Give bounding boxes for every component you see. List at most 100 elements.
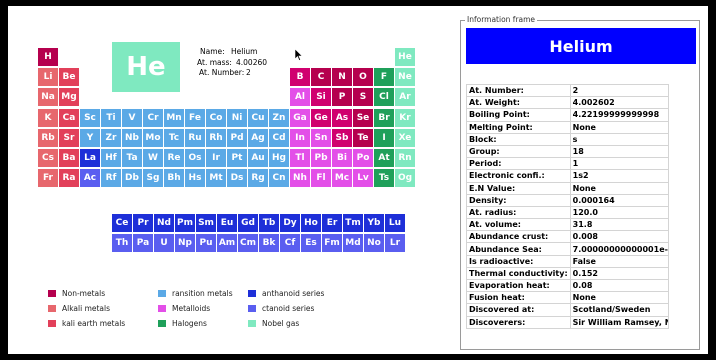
element-tile-os[interactable]: Os [185,149,205,167]
element-tile-h[interactable]: H [38,48,58,66]
element-tile-cf[interactable]: Cf [280,234,300,253]
element-tile-sc[interactable]: Sc [80,108,100,127]
element-tile-p[interactable]: P [332,88,352,107]
element-tile-co[interactable]: Co [206,108,226,127]
element-tile-hf[interactable]: Hf [101,149,121,167]
element-tile-pb[interactable]: Pb [311,149,331,167]
element-tile-pm[interactable]: Pm [175,214,195,232]
element-tile-ni[interactable]: Ni [227,108,247,127]
element-tile-sn[interactable]: Sn [311,128,331,147]
element-tile-rf[interactable]: Rf [101,169,121,188]
element-tile-as[interactable]: As [332,108,352,127]
element-tile-tb[interactable]: Tb [259,214,279,232]
element-tile-fe[interactable]: Fe [185,108,205,127]
element-tile-ru[interactable]: Ru [185,128,205,147]
element-tile-zn[interactable]: Zn [269,108,289,127]
element-tile-fl[interactable]: Fl [311,169,331,188]
element-tile-te[interactable]: Te [353,128,373,147]
element-tile-br[interactable]: Br [374,108,394,127]
element-tile-ag[interactable]: Ag [248,128,268,147]
element-tile-cs[interactable]: Cs [38,149,58,167]
element-tile-sm[interactable]: Sm [196,214,216,232]
element-tile-pd[interactable]: Pd [227,128,247,147]
element-tile-b[interactable]: B [290,68,310,87]
element-tile-mg[interactable]: Mg [59,88,79,107]
element-tile-ra[interactable]: Ra [59,169,79,188]
element-tile-u[interactable]: U [154,234,174,253]
element-tile-xe[interactable]: Xe [395,128,415,147]
element-tile-po[interactable]: Po [353,149,373,167]
element-tile-lv[interactable]: Lv [353,169,373,188]
element-tile-nh[interactable]: Nh [290,169,310,188]
element-tile-rn[interactable]: Rn [395,149,415,167]
element-tile-tm[interactable]: Tm [343,214,363,232]
element-tile-ds[interactable]: Ds [227,169,247,188]
element-tile-nd[interactable]: Nd [154,214,174,232]
element-tile-rb[interactable]: Rb [38,128,58,147]
element-tile-es[interactable]: Es [301,234,321,253]
element-tile-ta[interactable]: Ta [122,149,142,167]
element-tile-ti[interactable]: Ti [101,108,121,127]
element-tile-mn[interactable]: Mn [164,108,184,127]
element-tile-w[interactable]: W [143,149,163,167]
element-tile-am[interactable]: Am [217,234,237,253]
element-tile-au[interactable]: Au [248,149,268,167]
element-tile-rh[interactable]: Rh [206,128,226,147]
element-tile-bh[interactable]: Bh [164,169,184,188]
element-tile-th[interactable]: Th [112,234,132,253]
element-tile-fr[interactable]: Fr [38,169,58,188]
element-tile-ca[interactable]: Ca [59,108,79,127]
element-tile-nb[interactable]: Nb [122,128,142,147]
element-tile-no[interactable]: No [364,234,384,253]
element-tile-si[interactable]: Si [311,88,331,107]
element-tile-pr[interactable]: Pr [133,214,153,232]
element-tile-tl[interactable]: Tl [290,149,310,167]
element-tile-rg[interactable]: Rg [248,169,268,188]
element-tile-cu[interactable]: Cu [248,108,268,127]
element-tile-cl[interactable]: Cl [374,88,394,107]
element-tile-i[interactable]: I [374,128,394,147]
element-tile-cn[interactable]: Cn [269,169,289,188]
element-tile-mt[interactable]: Mt [206,169,226,188]
element-tile-n[interactable]: N [332,68,352,87]
element-tile-eu[interactable]: Eu [217,214,237,232]
element-tile-ac[interactable]: Ac [80,169,100,188]
element-tile-f[interactable]: F [374,68,394,87]
element-tile-cd[interactable]: Cd [269,128,289,147]
element-tile-pa[interactable]: Pa [133,234,153,253]
element-tile-la[interactable]: La [80,149,100,167]
element-tile-md[interactable]: Md [343,234,363,253]
element-tile-ne[interactable]: Ne [395,68,415,87]
element-tile-mo[interactable]: Mo [143,128,163,147]
element-tile-sg[interactable]: Sg [143,169,163,188]
element-tile-gd[interactable]: Gd [238,214,258,232]
element-tile-be[interactable]: Be [59,68,79,87]
element-tile-o[interactable]: O [353,68,373,87]
element-tile-hs[interactable]: Hs [185,169,205,188]
element-tile-er[interactable]: Er [322,214,342,232]
element-tile-li[interactable]: Li [38,68,58,87]
element-tile-sr[interactable]: Sr [59,128,79,147]
element-tile-pu[interactable]: Pu [196,234,216,253]
element-tile-bk[interactable]: Bk [259,234,279,253]
element-tile-al[interactable]: Al [290,88,310,107]
element-tile-sb[interactable]: Sb [332,128,352,147]
element-tile-mc[interactable]: Mc [332,169,352,188]
element-tile-np[interactable]: Np [175,234,195,253]
element-tile-in[interactable]: In [290,128,310,147]
element-tile-re[interactable]: Re [164,149,184,167]
element-tile-ge[interactable]: Ge [311,108,331,127]
element-tile-he[interactable]: He [395,48,415,66]
element-tile-v[interactable]: V [122,108,142,127]
element-tile-s[interactable]: S [353,88,373,107]
element-tile-fm[interactable]: Fm [322,234,342,253]
element-tile-k[interactable]: K [38,108,58,127]
element-tile-lu[interactable]: Lu [385,214,405,232]
element-tile-pt[interactable]: Pt [227,149,247,167]
element-tile-y[interactable]: Y [80,128,100,147]
element-tile-ho[interactable]: Ho [301,214,321,232]
element-tile-zr[interactable]: Zr [101,128,121,147]
element-tile-lr[interactable]: Lr [385,234,405,253]
element-tile-ce[interactable]: Ce [112,214,132,232]
element-tile-bi[interactable]: Bi [332,149,352,167]
